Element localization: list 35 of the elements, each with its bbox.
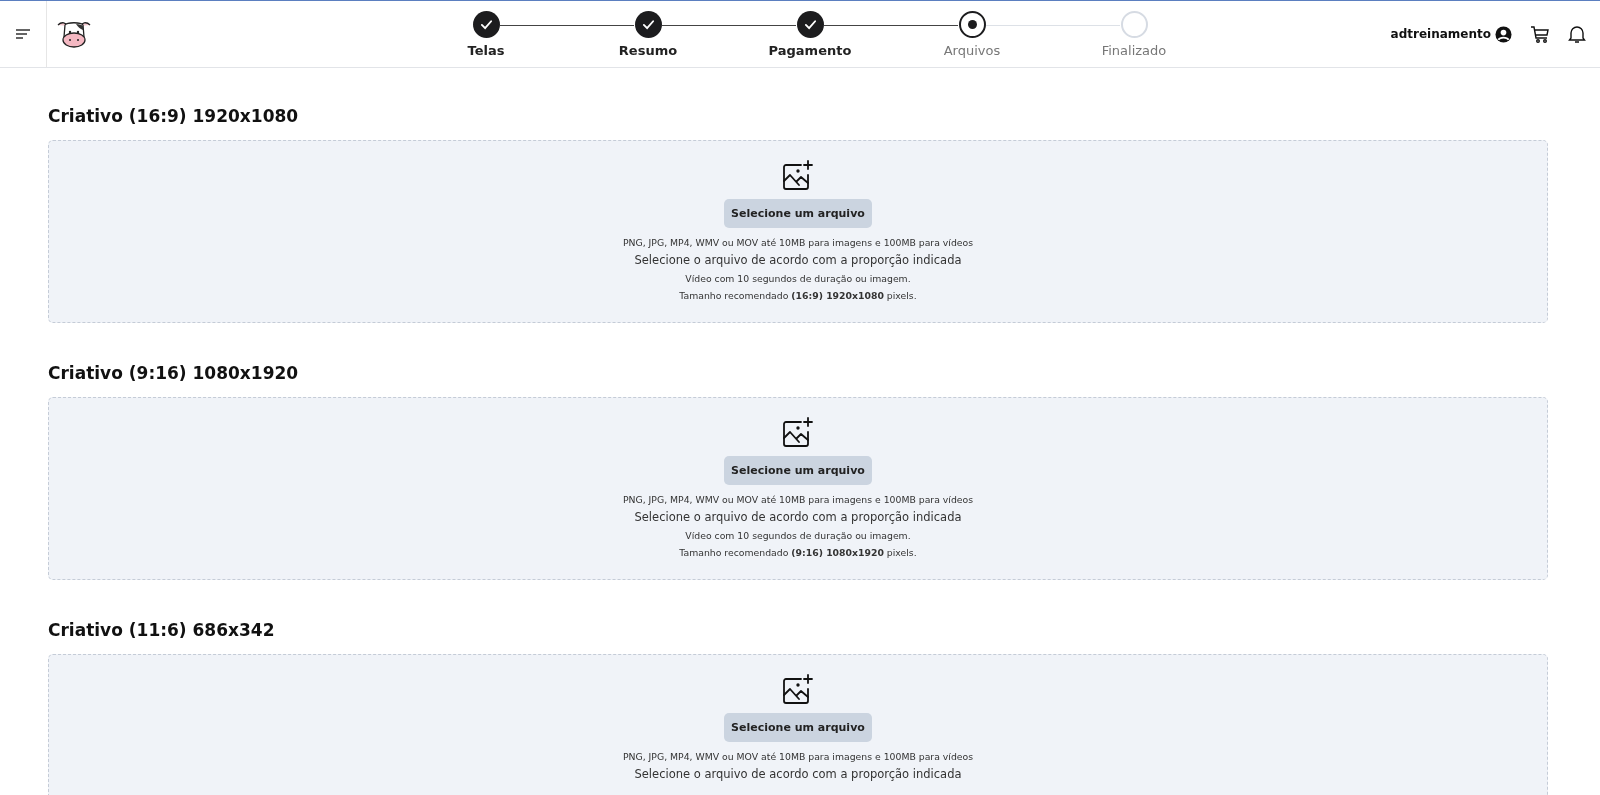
user-icon[interactable] <box>1495 25 1512 43</box>
proportion-hint: Selecione o arquivo de acordo com a proporção indicada <box>634 252 962 269</box>
step-label: Arquivos <box>943 43 1001 58</box>
select-file-button[interactable]: Selecione um arquivo <box>724 713 872 742</box>
section-title: Criativo (16:9) 1920x1080 <box>48 106 300 126</box>
add-image-icon <box>781 159 815 193</box>
proportion-hint: Selecione o arquivo de acordo com a proporção indicada <box>634 766 962 783</box>
upload-note: Vídeo com 10 segundos de duração ou imagem. <box>685 529 911 543</box>
upload-note: Tamanho recomendado (16:9) 1920x1080 pixels. <box>679 289 917 303</box>
cart-icon[interactable] <box>1530 24 1550 44</box>
file-formats-text: PNG, JPG, MP4, WMV ou MOV até 10MB para imagens e 100MB para vídeos <box>622 750 974 764</box>
select-file-button[interactable]: Selecione um arquivo <box>724 456 872 485</box>
add-image-icon <box>781 673 815 707</box>
check-icon <box>479 18 493 31</box>
check-icon <box>641 18 655 31</box>
section-title: Criativo (11:6) 686x342 <box>48 620 276 640</box>
step-label: Finalizado <box>1101 43 1167 58</box>
add-image-icon <box>781 416 815 450</box>
check-icon <box>803 18 817 31</box>
step-label: Resumo <box>618 43 678 58</box>
bell-icon[interactable] <box>1568 24 1586 44</box>
current-dot <box>967 20 977 29</box>
upload-note: Tamanho recomendado (9:16) 1080x1920 pixels. <box>679 546 917 560</box>
step-label: Pagamento <box>768 43 852 58</box>
menu-icon <box>15 28 31 40</box>
cow-logo[interactable] <box>55 19 93 49</box>
section-title: Criativo (9:16) 1080x1920 <box>48 363 300 383</box>
file-formats-text: PNG, JPG, MP4, WMV ou MOV até 10MB para imagens e 100MB para vídeos <box>622 493 974 507</box>
step-label: Telas <box>467 43 505 58</box>
upload-dropzone[interactable]: Selecione um arquivo PNG, JPG, MP4, WMV ou MOV até 10MB para imagens e 100MB para vídeos Selecione o arquivo de acordo com a proporção indicada <box>48 654 1548 795</box>
file-formats-text: PNG, JPG, MP4, WMV ou MOV até 10MB para imagens e 100MB para vídeos <box>622 236 974 250</box>
select-file-button[interactable]: Selecione um arquivo <box>724 199 872 228</box>
username[interactable]: adtreinamento <box>1390 27 1491 41</box>
upload-note: Vídeo com 10 segundos de duração ou imagem. <box>685 272 911 286</box>
proportion-hint: Selecione o arquivo de acordo com a proporção indicada <box>634 509 962 526</box>
